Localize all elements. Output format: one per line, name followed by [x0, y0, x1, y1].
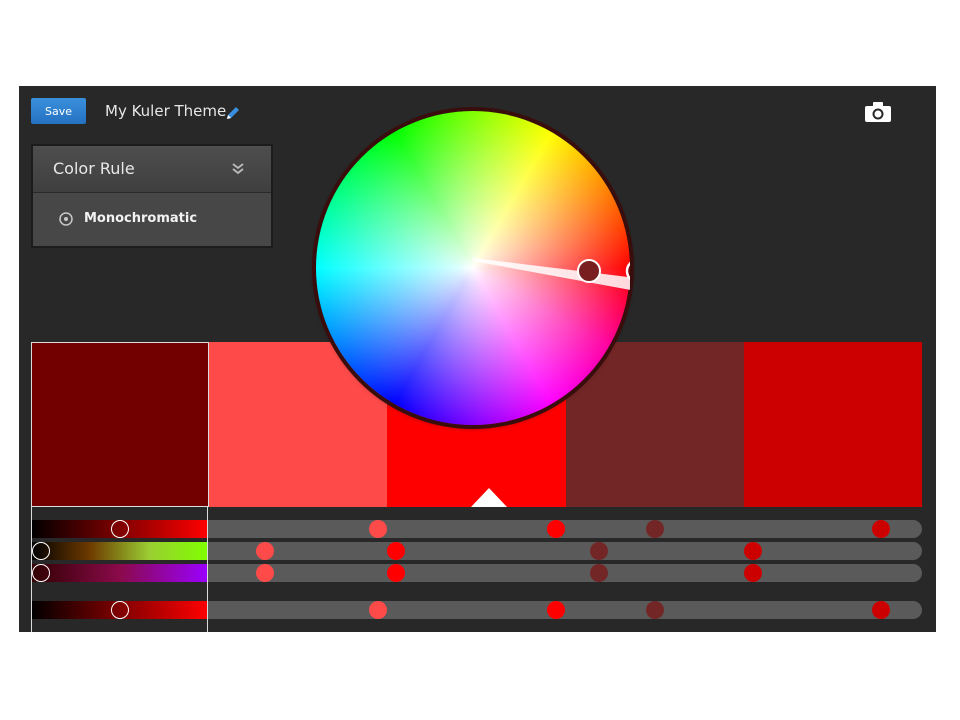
slider-dot[interactable]: [590, 542, 608, 560]
slider-knob-row-1[interactable]: [111, 520, 129, 538]
slider-dot[interactable]: [590, 564, 608, 582]
color-rule-title: Color Rule: [53, 159, 135, 178]
saturation-gradient[interactable]: [31, 564, 208, 582]
double-chevron-down-icon[interactable]: [231, 162, 245, 176]
save-button[interactable]: Save: [31, 98, 86, 124]
slider-dot[interactable]: [387, 542, 405, 560]
slider-dot[interactable]: [872, 601, 890, 619]
color-sliders: [31, 516, 922, 632]
slider-dot[interactable]: [872, 520, 890, 538]
rule-option-label: Monochromatic: [84, 211, 198, 226]
radio-selected-icon: [59, 212, 73, 226]
base-color-marker-icon: [471, 488, 507, 507]
theme-title[interactable]: My Kuler Theme: [105, 102, 226, 120]
swatch-5[interactable]: [744, 342, 922, 507]
rule-option-monochromatic[interactable]: Monochromatic: [33, 193, 271, 246]
camera-icon[interactable]: [864, 101, 892, 123]
slider-dot[interactable]: [744, 564, 762, 582]
wheel-handles: [473, 258, 630, 290]
slider-dot[interactable]: [387, 564, 405, 582]
slider-dot[interactable]: [256, 564, 274, 582]
slider-dot[interactable]: [369, 520, 387, 538]
hue-gradient[interactable]: [31, 542, 208, 560]
pencil-icon[interactable]: [225, 105, 241, 121]
kuler-app: Save My Kuler Theme Color Rule Monochrom…: [19, 86, 936, 632]
wheel-handle-secondary[interactable]: [577, 259, 601, 283]
slider-knob-row-2[interactable]: [32, 542, 50, 560]
slider-dot[interactable]: [256, 542, 274, 560]
slider-dot[interactable]: [547, 520, 565, 538]
slider-dot[interactable]: [646, 601, 664, 619]
slider-knob-row-3[interactable]: [32, 564, 50, 582]
slider-dot[interactable]: [369, 601, 387, 619]
slider-dot[interactable]: [646, 520, 664, 538]
slider-dot[interactable]: [744, 542, 762, 560]
slider-dot[interactable]: [547, 601, 565, 619]
color-rule-header[interactable]: Color Rule: [33, 146, 271, 193]
color-rule-panel: Color Rule Monochromatic: [33, 146, 271, 246]
slider-knob-row-4[interactable]: [111, 601, 129, 619]
swatch-1[interactable]: [31, 342, 209, 507]
